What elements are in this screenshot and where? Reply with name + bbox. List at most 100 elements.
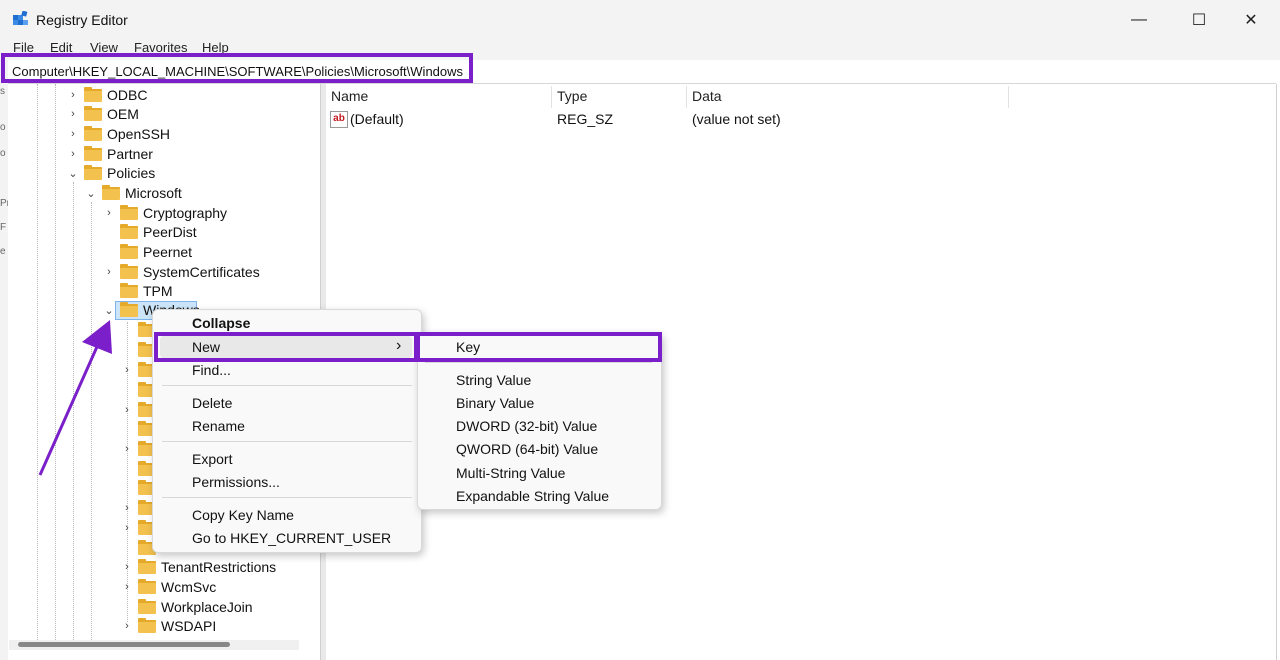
tree-node-label: WSDAPI bbox=[161, 618, 217, 634]
address-highlight-box bbox=[1, 53, 473, 83]
chevron-down-icon[interactable]: ⌄ bbox=[84, 187, 98, 200]
window-title: Registry Editor bbox=[36, 12, 128, 28]
tree-node-systemcertificates[interactable]: › SystemCertificates bbox=[102, 262, 260, 282]
tree-node-label: Microsoft bbox=[125, 185, 182, 201]
chevron-right-icon[interactable]: › bbox=[120, 443, 134, 455]
value-data: (value not set) bbox=[692, 111, 781, 127]
chevron-right-icon[interactable]: › bbox=[120, 620, 134, 632]
menu-item-goto-hkcu[interactable]: Go to HKEY_CURRENT_USER bbox=[192, 530, 391, 546]
tree-node-wsdapi[interactable]: › WSDAPI bbox=[120, 616, 216, 636]
folder-icon bbox=[102, 184, 120, 200]
menu-item-copy-key-name[interactable]: Copy Key Name bbox=[192, 507, 294, 523]
desktop-fragment: o bbox=[0, 122, 6, 133]
menu-item-collapse[interactable]: Collapse bbox=[192, 315, 250, 331]
menu-item-find[interactable]: Find... bbox=[192, 362, 231, 378]
folder-icon bbox=[138, 558, 156, 574]
maximize-button[interactable]: ☐ bbox=[1176, 6, 1222, 34]
folder-icon bbox=[84, 105, 102, 121]
chevron-right-icon[interactable]: › bbox=[66, 148, 80, 160]
column-divider[interactable] bbox=[1008, 86, 1009, 108]
folder-icon bbox=[84, 125, 102, 141]
tree-node-label: TPM bbox=[143, 283, 173, 299]
tree-node-partner[interactable]: › Partner bbox=[66, 144, 153, 164]
desktop-fragment: o bbox=[0, 148, 6, 159]
folder-icon bbox=[120, 223, 138, 239]
new-highlight-box bbox=[154, 332, 418, 362]
chevron-right-icon[interactable]: › bbox=[120, 522, 134, 534]
folder-icon bbox=[138, 617, 156, 633]
tree-node-label: PeerDist bbox=[143, 224, 197, 240]
value-name[interactable]: (Default) bbox=[350, 111, 404, 127]
folder-icon bbox=[120, 282, 138, 298]
chevron-right-icon[interactable]: › bbox=[66, 128, 80, 140]
menu-separator bbox=[162, 497, 412, 498]
chevron-right-icon[interactable]: › bbox=[120, 364, 134, 376]
submenu-item-string-value[interactable]: String Value bbox=[456, 372, 531, 388]
column-header-type[interactable]: Type bbox=[557, 88, 587, 104]
tree-node-workplacejoin[interactable]: WorkplaceJoin bbox=[120, 597, 253, 617]
menu-item-permissions[interactable]: Permissions... bbox=[192, 474, 280, 490]
column-divider[interactable] bbox=[551, 86, 552, 108]
value-type: REG_SZ bbox=[557, 111, 614, 127]
submenu-item-multi-string-value[interactable]: Multi-String Value bbox=[456, 465, 565, 481]
column-divider[interactable] bbox=[686, 86, 687, 108]
menu-item-rename[interactable]: Rename bbox=[192, 418, 245, 434]
folder-icon bbox=[138, 598, 156, 614]
tree-node-wcmsvc[interactable]: › WcmSvc bbox=[120, 577, 216, 597]
submenu-item-dword-value[interactable]: DWORD (32-bit) Value bbox=[456, 418, 597, 434]
tree-node-label: Policies bbox=[107, 165, 156, 181]
menu-separator bbox=[162, 441, 412, 442]
tree-node-peernet[interactable]: Peernet bbox=[102, 242, 192, 262]
tree-node-tenantrestrictions[interactable]: › TenantRestrictions bbox=[120, 557, 276, 577]
folder-icon bbox=[138, 578, 156, 594]
close-button[interactable]: ✕ bbox=[1228, 6, 1274, 34]
chevron-right-icon[interactable]: › bbox=[102, 207, 116, 219]
menu-item-export[interactable]: Export bbox=[192, 451, 232, 467]
folder-icon bbox=[84, 86, 102, 102]
submenu-item-expandable-string-value[interactable]: Expandable String Value bbox=[456, 488, 609, 504]
tree-node-label: Peernet bbox=[143, 244, 193, 260]
string-value-icon: ab bbox=[330, 111, 348, 128]
chevron-right-icon[interactable]: › bbox=[120, 502, 134, 514]
column-header-name[interactable]: Name bbox=[331, 88, 368, 104]
chevron-right-icon[interactable]: › bbox=[120, 581, 134, 593]
chevron-right-icon[interactable]: › bbox=[120, 404, 134, 416]
folder-icon bbox=[120, 263, 138, 279]
desktop-fragment: F bbox=[0, 222, 7, 233]
folder-icon bbox=[120, 243, 138, 259]
folder-icon bbox=[84, 145, 102, 161]
column-header-data[interactable]: Data bbox=[692, 88, 722, 104]
submenu-item-binary-value[interactable]: Binary Value bbox=[456, 395, 534, 411]
tree-scroll-thumb[interactable] bbox=[18, 642, 230, 647]
folder-icon bbox=[120, 204, 138, 220]
chevron-right-icon[interactable]: › bbox=[66, 108, 80, 120]
menu-separator bbox=[162, 385, 412, 386]
tree-node-label: Cryptography bbox=[143, 205, 228, 221]
tree-node-oem[interactable]: › OEM bbox=[66, 104, 139, 124]
tree-node-label: TenantRestrictions bbox=[161, 559, 277, 575]
menu-separator bbox=[425, 362, 652, 363]
chevron-right-icon[interactable]: › bbox=[102, 266, 116, 278]
menu-item-delete[interactable]: Delete bbox=[192, 395, 232, 411]
tree-node-openssh[interactable]: › OpenSSH bbox=[66, 124, 170, 144]
tree-node-label: OEM bbox=[107, 106, 139, 122]
tree-node-peerdist[interactable]: PeerDist bbox=[102, 222, 197, 242]
tree-node-tpm[interactable]: TPM bbox=[102, 281, 173, 301]
tree-node-cryptography[interactable]: › Cryptography bbox=[102, 203, 227, 223]
chevron-down-icon[interactable]: ⌄ bbox=[66, 167, 80, 180]
tree-node-label: WcmSvc bbox=[161, 579, 217, 595]
tree-node-label: ODBC bbox=[107, 87, 148, 103]
title-bar[interactable] bbox=[8, 0, 1280, 38]
tree-node-label: SystemCertificates bbox=[143, 264, 260, 280]
tree-node-label: OpenSSH bbox=[107, 126, 171, 142]
tree-node-odbc[interactable]: › ODBC bbox=[66, 85, 147, 105]
submenu-item-qword-value[interactable]: QWORD (64-bit) Value bbox=[456, 441, 598, 457]
chevron-right-icon[interactable]: › bbox=[120, 561, 134, 573]
desktop-fragment: s bbox=[0, 86, 5, 97]
key-highlight-box bbox=[416, 332, 662, 362]
tree-node-microsoft[interactable]: ⌄ Microsoft bbox=[84, 183, 182, 203]
tree-node-policies[interactable]: ⌄ Policies bbox=[66, 163, 155, 183]
tree-node-label: WorkplaceJoin bbox=[161, 599, 253, 615]
minimize-button[interactable]: — bbox=[1116, 6, 1162, 34]
chevron-right-icon[interactable]: › bbox=[66, 89, 80, 101]
